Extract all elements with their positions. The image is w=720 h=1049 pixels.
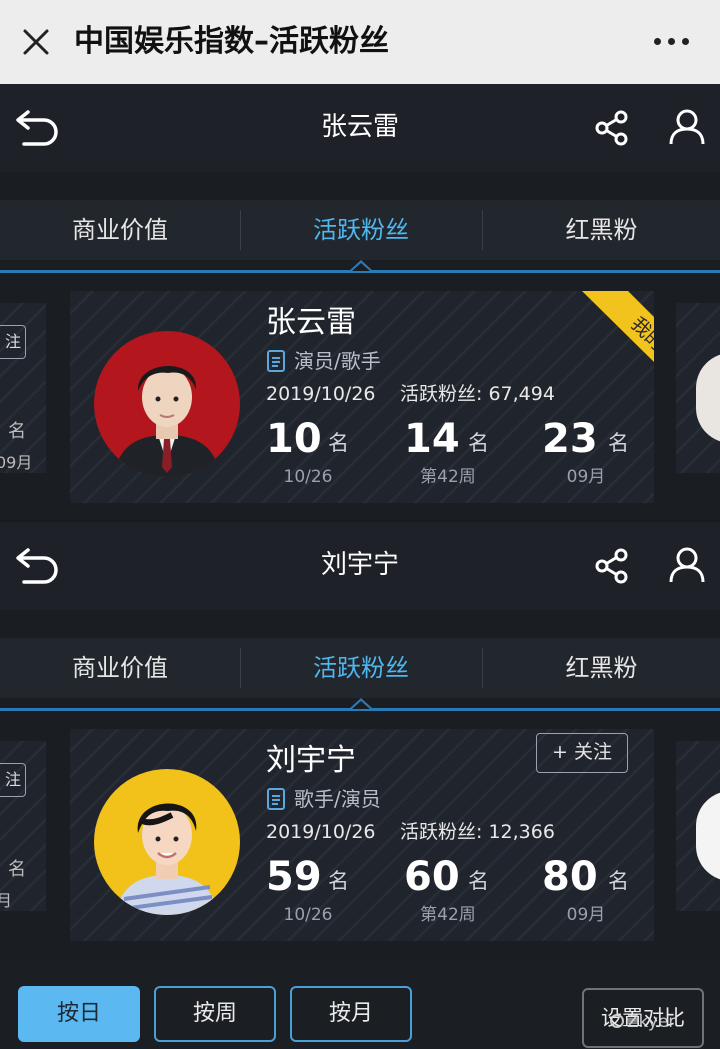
more-options-icon[interactable] [652, 36, 692, 48]
rank-value: 23 [542, 416, 598, 462]
rank-monthly: 23 名 [542, 415, 654, 463]
rank-value: 60 [404, 854, 460, 900]
cards-carousel[interactable]: 注 名 月 刘宇宁 歌手/演员 2019/10/26 活跃粉丝: 12,366 … [0, 711, 720, 958]
follow-button[interactable]: 注 [0, 325, 26, 359]
rank-unit: 名 [608, 869, 629, 893]
cards-carousel[interactable]: 注 名 09月 张云雷 演员/歌手 2019/10/26 活跃粉丝: 67,49… [0, 273, 720, 520]
share-icon[interactable] [594, 110, 630, 146]
bottom-toolbar: 按日 按周 按月 设置对比 Zkyer [0, 958, 720, 1049]
document-icon [266, 787, 286, 811]
stats-date: 2019/10/26 [266, 383, 376, 405]
rank-unit: 名 [608, 431, 629, 455]
favorite-ribbon: 我的本命 [538, 291, 654, 405]
wechat-top-bar: 中国娱乐指数–活跃粉丝 [0, 0, 720, 84]
rank-unit: 名 [8, 859, 26, 880]
tab-red-black-fans[interactable]: 红黑粉 [483, 200, 720, 260]
by-week-button[interactable]: 按周 [154, 986, 276, 1042]
tab-active-fans[interactable]: 活跃粉丝 [241, 200, 481, 260]
tab-commercial-value[interactable]: 商业价值 [0, 638, 240, 698]
rank-weekly: 60 名 [404, 853, 524, 901]
share-icon[interactable] [594, 548, 630, 584]
avatar [696, 353, 720, 443]
rank-monthly: 80 名 [542, 853, 654, 901]
avatar [94, 769, 240, 915]
rank-value: 59 [266, 854, 322, 900]
rank-unit: 名 [468, 869, 489, 893]
tab-commercial-value[interactable]: 商业价值 [0, 200, 240, 260]
tab-active-fans[interactable]: 活跃粉丝 [241, 638, 481, 698]
rank-label: 第42周 [420, 467, 476, 487]
next-card[interactable] [676, 303, 720, 473]
artist-panel-1: 张云雷 商业价值 活跃粉丝 红黑粉 注 名 09月 张云雷 演员/歌手 2019… [0, 84, 720, 520]
weibo-icon [610, 1014, 624, 1028]
artist-panel-2: 刘宇宁 商业价值 活跃粉丝 红黑粉 注 名 月 刘宇宁 歌手/演员 2019/1… [0, 522, 720, 958]
app-header: 刘宇宁 [0, 522, 720, 610]
rank-label: 第42周 [420, 905, 476, 925]
by-month-button[interactable]: 按月 [290, 986, 412, 1042]
artist-name: 张云雷 [266, 305, 356, 340]
rank-unit: 名 [328, 869, 349, 893]
rank-value: 10 [266, 416, 322, 462]
previous-card[interactable]: 注 名 09月 [0, 303, 46, 473]
user-icon[interactable] [668, 108, 706, 146]
artist-card[interactable]: 刘宇宁 歌手/演员 2019/10/26 活跃粉丝: 12,366 + 关注 5… [70, 729, 654, 941]
artist-role: 歌手/演员 [294, 787, 381, 811]
rank-label: 月 [0, 891, 13, 910]
rank-label: 09月 [0, 453, 33, 472]
rank-daily: 10 名 [266, 415, 386, 463]
follow-button[interactable]: 注 [0, 763, 26, 797]
artist-name: 刘宇宁 [266, 743, 356, 778]
next-card[interactable] [676, 741, 720, 911]
active-fans-count: 活跃粉丝: 67,494 [400, 383, 555, 405]
tab-bar: 商业价值 活跃粉丝 红黑粉 [0, 638, 720, 698]
rank-unit: 名 [8, 421, 26, 442]
rank-value: 14 [404, 416, 460, 462]
rank-label: 10/26 [283, 905, 333, 925]
artist-card[interactable]: 张云雷 演员/歌手 2019/10/26 活跃粉丝: 67,494 10 名 1… [70, 291, 654, 503]
close-icon[interactable] [20, 26, 52, 58]
rank-label: 09月 [566, 905, 606, 925]
document-icon [266, 349, 286, 373]
previous-card[interactable]: 注 名 月 [0, 741, 46, 911]
rank-label: 09月 [566, 467, 606, 487]
stats-date: 2019/10/26 [266, 821, 376, 843]
rank-value: 80 [542, 854, 598, 900]
tab-red-black-fans[interactable]: 红黑粉 [483, 638, 720, 698]
watermark-text: Zkyer [627, 1012, 676, 1032]
rank-unit: 名 [328, 431, 349, 455]
rank-daily: 59 名 [266, 853, 386, 901]
user-icon[interactable] [668, 546, 706, 584]
tab-bar: 商业价值 活跃粉丝 红黑粉 [0, 200, 720, 260]
wechat-page-title: 中国娱乐指数–活跃粉丝 [74, 24, 389, 59]
watermark: Zkyer [610, 1012, 675, 1032]
rank-unit: 名 [468, 431, 489, 455]
app-header: 张云雷 [0, 84, 720, 172]
artist-role: 演员/歌手 [294, 349, 381, 373]
by-day-button[interactable]: 按日 [18, 986, 140, 1042]
rank-weekly: 14 名 [404, 415, 524, 463]
rank-label: 10/26 [283, 467, 333, 487]
active-fans-count: 活跃粉丝: 12,366 [400, 821, 555, 843]
avatar [696, 791, 720, 881]
follow-button[interactable]: + 关注 [536, 733, 628, 773]
avatar [94, 331, 240, 477]
